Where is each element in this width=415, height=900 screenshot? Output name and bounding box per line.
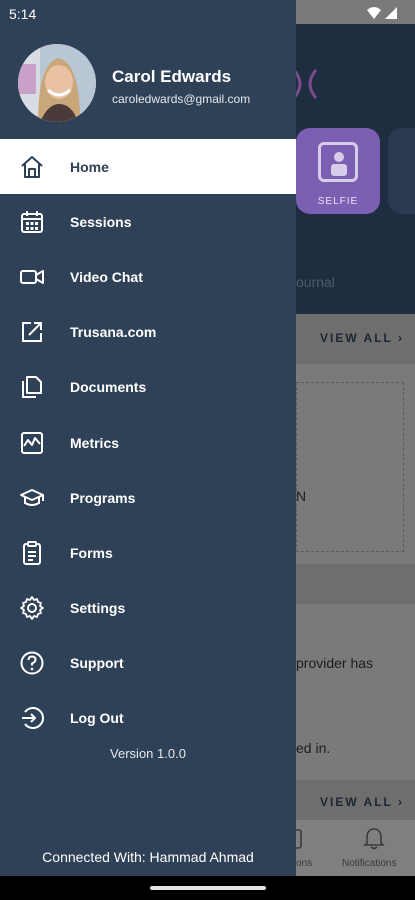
version-label: Version 1.0.0 xyxy=(110,746,186,761)
signal-icon xyxy=(385,7,397,19)
menu-item-log-out[interactable]: Log Out xyxy=(0,691,296,746)
menu-item-programs[interactable]: Programs xyxy=(0,470,296,525)
home-indicator[interactable] xyxy=(150,886,266,890)
connected-label: Connected With: Hammad Ahmad xyxy=(42,849,254,865)
menu-item-support[interactable]: Support xyxy=(0,636,296,691)
system-nav-bar xyxy=(0,876,415,900)
logout-icon xyxy=(22,707,44,730)
chevron-right-icon: › xyxy=(398,331,405,345)
menu-label-documents: Documents xyxy=(70,379,147,396)
menu-label-metrics: Metrics xyxy=(70,434,120,451)
next-tile[interactable] xyxy=(388,128,415,214)
user-email: caroledwards@gmail.com xyxy=(112,92,251,106)
selfie-icon xyxy=(318,142,358,182)
journal-label: ournal xyxy=(296,274,335,290)
question-icon xyxy=(20,651,44,675)
status-time: 5:14 xyxy=(9,6,37,22)
chart-icon xyxy=(21,431,43,454)
card-text: N xyxy=(296,488,307,504)
menu-label-log-out: Log Out xyxy=(70,710,124,727)
bell-icon xyxy=(363,828,385,850)
calendar-icon xyxy=(21,210,43,233)
menu-label-video-chat: Video Chat xyxy=(70,268,143,285)
home-icon xyxy=(21,155,43,178)
menu-label-trusana: Trusana.com xyxy=(70,324,157,341)
user-name: Carol Edwards xyxy=(112,67,232,86)
menu-item-forms[interactable]: Forms xyxy=(0,525,296,580)
clipboard-icon xyxy=(23,540,41,565)
profile-header[interactable]: Carol Edwards caroledwards@gmail.com xyxy=(0,26,296,138)
documents-icon xyxy=(22,376,42,399)
menu-item-trusana[interactable]: Trusana.com xyxy=(0,305,296,360)
menu-label-programs: Programs xyxy=(70,489,136,506)
menu-item-documents[interactable]: Documents xyxy=(0,360,296,415)
gear-icon xyxy=(20,596,44,620)
drawer-menu: Home Sessions Video Chat Trusana.com Doc… xyxy=(0,139,296,746)
empty-card xyxy=(296,382,404,552)
avatar-image xyxy=(18,44,96,122)
signed-text: ed in. xyxy=(296,740,331,756)
view-all-link-1[interactable]: VIEW ALL › xyxy=(320,331,404,345)
external-link-icon xyxy=(22,322,42,343)
tab-sessions-label[interactable]: ons xyxy=(296,858,312,869)
tab-notifications-label[interactable]: Notifications xyxy=(342,858,396,869)
menu-label-forms: Forms xyxy=(70,544,113,561)
menu-item-settings[interactable]: Settings xyxy=(0,581,296,636)
provider-text: provider has xyxy=(296,655,374,671)
menu-label-home: Home xyxy=(70,158,109,175)
video-camera-icon xyxy=(20,269,44,284)
selfie-tile[interactable]: SELFIE xyxy=(296,128,380,214)
menu-item-metrics[interactable]: Metrics xyxy=(0,415,296,470)
selfie-label: SELFIE xyxy=(317,196,359,207)
status-bar: 5:14 xyxy=(0,0,415,26)
status-icons xyxy=(367,7,397,19)
view-all-link-2[interactable]: VIEW ALL › xyxy=(320,795,404,809)
chevron-right-icon: › xyxy=(398,795,405,809)
graduation-cap-icon xyxy=(20,488,44,506)
menu-label-sessions: Sessions xyxy=(70,213,132,230)
navigation-drawer: Carol Edwards caroledwards@gmail.com Hom… xyxy=(0,0,296,876)
menu-label-settings: Settings xyxy=(70,600,126,617)
menu-item-sessions[interactable]: Sessions xyxy=(0,194,296,249)
wifi-icon xyxy=(367,7,381,19)
menu-item-home[interactable]: Home xyxy=(0,139,296,195)
avatar[interactable] xyxy=(18,44,96,122)
menu-item-video-chat[interactable]: Video Chat xyxy=(0,249,296,304)
menu-label-support: Support xyxy=(70,655,124,672)
